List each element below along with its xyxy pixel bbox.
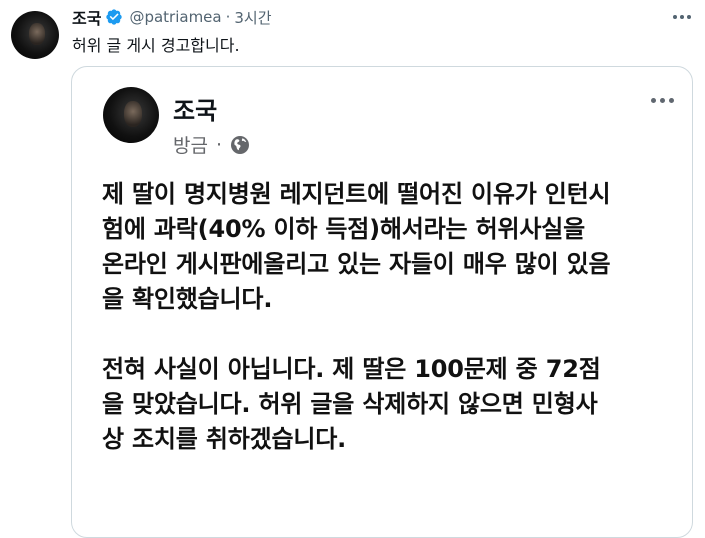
author-handle[interactable]: @patriamea <box>129 8 221 26</box>
author-name[interactable]: 조국 <box>72 5 101 29</box>
card-body: 제 딸이 명지병원 레지던트에 떨어진 이유가 인턴시 험에 과락(40% 이하… <box>102 177 682 457</box>
card-author-name: 조국 <box>173 97 218 125</box>
more-icon[interactable] <box>667 10 697 24</box>
text-line: 험에 과락(40% 이하 득점)해서라는 허위사실을 <box>102 215 585 243</box>
globe-icon <box>231 135 250 154</box>
text-line: 전혀 사실이 아닙니다. 제 딸은 100문제 중 72점 <box>102 355 601 383</box>
avatar[interactable] <box>11 11 59 59</box>
card-timestamp: 방금 <box>173 135 208 157</box>
text-line: 온라인 게시판에올리고 있는 자들이 매우 많이 있음 <box>102 250 611 278</box>
text-line: 을 확인했습니다. <box>102 285 273 313</box>
tweet-header: 조국 @patriamea · 3시간 <box>72 6 272 28</box>
paragraph-1: 제 딸이 명지병원 레지던트에 떨어진 이유가 인턴시 험에 과락(40% 이하… <box>102 177 682 317</box>
card-separator: · <box>215 133 223 156</box>
paragraph-2: 전혀 사실이 아닙니다. 제 딸은 100문제 중 72점 을 맞았습니다. 허… <box>102 352 682 457</box>
tweet-text: 허위 글 게시 경고합니다. <box>72 36 240 55</box>
timestamp[interactable]: 3시간 <box>234 7 271 28</box>
text-line: 상 조치를 취하겠습니다. <box>102 425 347 453</box>
separator-dot: · <box>225 8 231 26</box>
verified-badge-icon <box>106 9 123 25</box>
card-meta: 방금 · <box>173 131 250 158</box>
attached-image-card[interactable]: 조국 방금 · 제 딸이 명지병원 레지던트에 떨어진 이유가 인턴시 험에 과… <box>71 66 693 538</box>
text-line: 제 딸이 명지병원 레지던트에 떨어진 이유가 인턴시 <box>102 180 611 208</box>
card-more-icon <box>646 93 678 107</box>
text-line: 을 맞았습니다. 허위 글을 삭제하지 않으면 민형사 <box>102 390 598 418</box>
card-avatar <box>103 87 159 143</box>
